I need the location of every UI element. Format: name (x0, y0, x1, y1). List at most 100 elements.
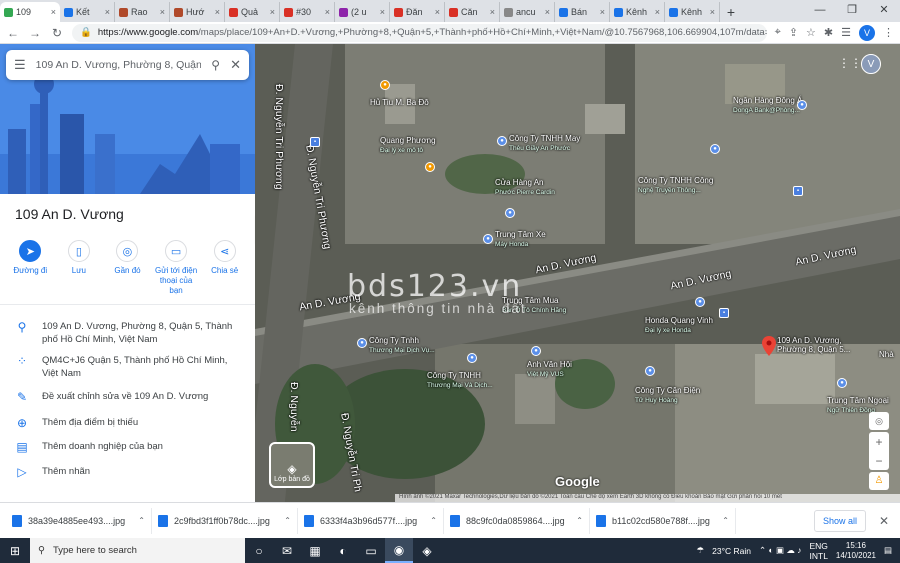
action-send-to-phone[interactable]: ▭ Gửi tới điện thoại của bạn (154, 240, 198, 296)
action-bookmark[interactable]: ▯ Lưu (57, 240, 101, 296)
minimize-icon[interactable]: — (804, 0, 836, 22)
poi-label[interactable]: Công Ty TNHH Thương Mại Và Dịch... (427, 371, 493, 390)
office-pin-icon[interactable]: ● (483, 234, 493, 244)
reload-icon[interactable]: ↻ (50, 26, 64, 40)
poi-label[interactable]: Anh Văn Hội Việt Mỹ VUS (527, 360, 572, 379)
bookmark-star-icon[interactable]: ☆ (806, 26, 816, 39)
close-tab-icon[interactable]: × (51, 7, 56, 17)
poi-label[interactable]: Nhà (879, 350, 894, 359)
share-page-icon[interactable]: ⇪ (789, 26, 798, 39)
close-tab-icon[interactable]: × (215, 7, 220, 17)
poi-label[interactable]: Ngân Hàng Đông Á DongA Bank@Phòng... (733, 96, 802, 115)
chevron-up-icon[interactable]: ⌃ (284, 516, 291, 525)
poi-label[interactable]: Công Ty Tnhh Thương Mại Dịch Vụ... (369, 336, 435, 355)
tray-icons[interactable]: ⌃ ◐ ▣ ☁ ♪ (759, 545, 801, 556)
school-pin-icon[interactable]: ● (837, 378, 847, 388)
download-item[interactable]: 88c9fc0da0859864....jpg ⌃ (444, 507, 590, 534)
weather-icon[interactable]: ☂ (697, 545, 705, 556)
file-explorer-icon[interactable]: ▭ (357, 538, 385, 563)
office-pin-icon[interactable]: ● (357, 338, 367, 348)
forward-icon[interactable]: → (28, 26, 42, 40)
poi-label[interactable]: Cửa Hàng An Phước Pierre Cardin (495, 178, 555, 197)
chevron-up-icon[interactable]: ⌃ (138, 516, 145, 525)
restore-icon[interactable]: ❐ (836, 0, 868, 22)
hamburger-menu-icon[interactable]: ☰ (14, 57, 26, 73)
browser-tab[interactable]: Bán × (555, 2, 610, 22)
close-tab-icon[interactable]: × (160, 7, 165, 17)
action-nearby[interactable]: ◎ Gần đó (105, 240, 149, 296)
chevron-up-icon[interactable]: ⌃ (722, 516, 729, 525)
restaurant-pin-icon[interactable]: ● (425, 162, 435, 172)
bus-stop-icon[interactable]: ▪ (793, 186, 803, 196)
browser-tab[interactable]: Kênh × (610, 2, 665, 22)
poi-label[interactable]: Công Ty TNHH Công Nghệ Truyền Thông... (638, 176, 713, 195)
browser-tab[interactable]: #30 × (280, 2, 335, 22)
chrome-browser-icon[interactable]: ◉ (385, 538, 413, 563)
school-pin-icon[interactable]: ● (531, 346, 541, 356)
search-icon[interactable]: ⚲ (211, 58, 220, 72)
poi-label[interactable]: Công Ty Cân Điện Tử Huy Hoàng (635, 386, 700, 405)
office-pin-icon[interactable]: ● (467, 353, 477, 363)
info-row[interactable]: ⊕ Thêm địa điểm bị thiếu (0, 416, 255, 430)
clear-search-icon[interactable]: ✕ (230, 57, 241, 73)
apps-grid-icon[interactable]: ⋮⋮ (838, 56, 862, 70)
close-tab-icon[interactable]: × (710, 7, 715, 17)
browser-tab[interactable]: Kênh × (665, 2, 720, 22)
poi-label[interactable]: Quang Phương Đại lý xe mô tô (380, 136, 436, 155)
chevron-up-icon[interactable]: ⌃ (430, 516, 437, 525)
selected-location-label[interactable]: 109 An D. Vương, Phường 8, Quận 5... (777, 336, 857, 354)
browser-tab[interactable]: ancu × (500, 2, 555, 22)
url-field[interactable]: 🔒 https://www.google.com/maps/place/109+… (72, 23, 767, 42)
browser-tab[interactable]: Đăn × (390, 2, 445, 22)
browser-tab[interactable]: Căn × (445, 2, 500, 22)
taskbar-search[interactable]: ⚲ Type here to search (30, 538, 245, 563)
weather-text[interactable]: 23°C Rain (712, 546, 751, 556)
back-icon[interactable]: ← (6, 26, 20, 40)
close-tab-icon[interactable]: × (490, 7, 495, 17)
location-icon[interactable]: ⌖ (775, 26, 781, 39)
browser-tab[interactable]: Hướ × (170, 2, 225, 22)
browser-tab[interactable]: Rao × (115, 2, 170, 22)
close-tab-icon[interactable]: × (655, 7, 660, 17)
poi-label[interactable]: Honda Quang Vinh Đại lý xe Honda (645, 316, 713, 335)
close-downloads-icon[interactable]: ✕ (874, 514, 894, 528)
close-tab-icon[interactable]: × (380, 7, 385, 17)
shop-pin-icon[interactable]: ● (497, 136, 507, 146)
chevron-up-icon[interactable]: ⌃ (576, 516, 583, 525)
browser-tab[interactable]: 109 × (0, 2, 60, 22)
shop-pin-icon[interactable]: ● (505, 208, 515, 218)
close-tab-icon[interactable]: × (545, 7, 550, 17)
reading-list-icon[interactable]: ☰ (841, 26, 851, 39)
satellite-map[interactable]: An D. Vương An D. Vương An D. Vương An D… (255, 44, 900, 502)
my-location-icon[interactable]: ◎ (869, 412, 889, 430)
bank-pin-icon[interactable]: ● (797, 100, 807, 110)
bus-stop-icon[interactable]: ▪ (719, 308, 729, 318)
zoom-in-icon[interactable]: + (875, 435, 882, 449)
selected-location-pin-icon[interactable] (762, 336, 776, 356)
account-avatar[interactable]: V (861, 54, 881, 74)
car-dealer-pin-icon[interactable]: ● (695, 297, 705, 307)
store-app-icon[interactable]: ▦ (301, 538, 329, 563)
close-tab-icon[interactable]: × (325, 7, 330, 17)
app-icon[interactable]: ◈ (413, 538, 441, 563)
mail-app-icon[interactable]: ✉ (273, 538, 301, 563)
poi-label[interactable]: Trung Tâm Xe Máy Honda (495, 230, 546, 249)
browser-tab[interactable]: (2 u × (335, 2, 390, 22)
close-tab-icon[interactable]: × (435, 7, 440, 17)
download-item[interactable]: 38a39e4885ee493....jpg ⌃ (6, 507, 152, 534)
shop-pin-icon[interactable]: ● (645, 366, 655, 376)
extensions-icon[interactable]: ✱ (824, 26, 833, 39)
office-pin-icon[interactable]: ● (710, 144, 720, 154)
poi-label[interactable]: Hủ Tiu M. Ba Đô (370, 98, 429, 107)
download-item[interactable]: b11c02cd580e788f....jpg ⌃ (590, 507, 736, 534)
profile-avatar[interactable]: V (859, 24, 875, 41)
menu-icon[interactable]: ⋮ (883, 26, 894, 39)
bus-stop-icon[interactable]: ▪ (310, 137, 320, 147)
map-layers-button[interactable]: ◈ Lớp bản đồ (269, 442, 315, 488)
action-share[interactable]: ⋖ Chia sẻ (203, 240, 247, 296)
zoom-out-icon[interactable]: − (875, 454, 882, 468)
search-box[interactable]: ☰ 109 An D. Vương, Phường 8, Quận ⚲ ✕ (6, 50, 249, 80)
search-input[interactable]: 109 An D. Vương, Phường 8, Quận (36, 59, 202, 71)
show-all-downloads-button[interactable]: Show all (813, 509, 866, 532)
clock[interactable]: 15:16 14/10/2021 (836, 541, 876, 561)
